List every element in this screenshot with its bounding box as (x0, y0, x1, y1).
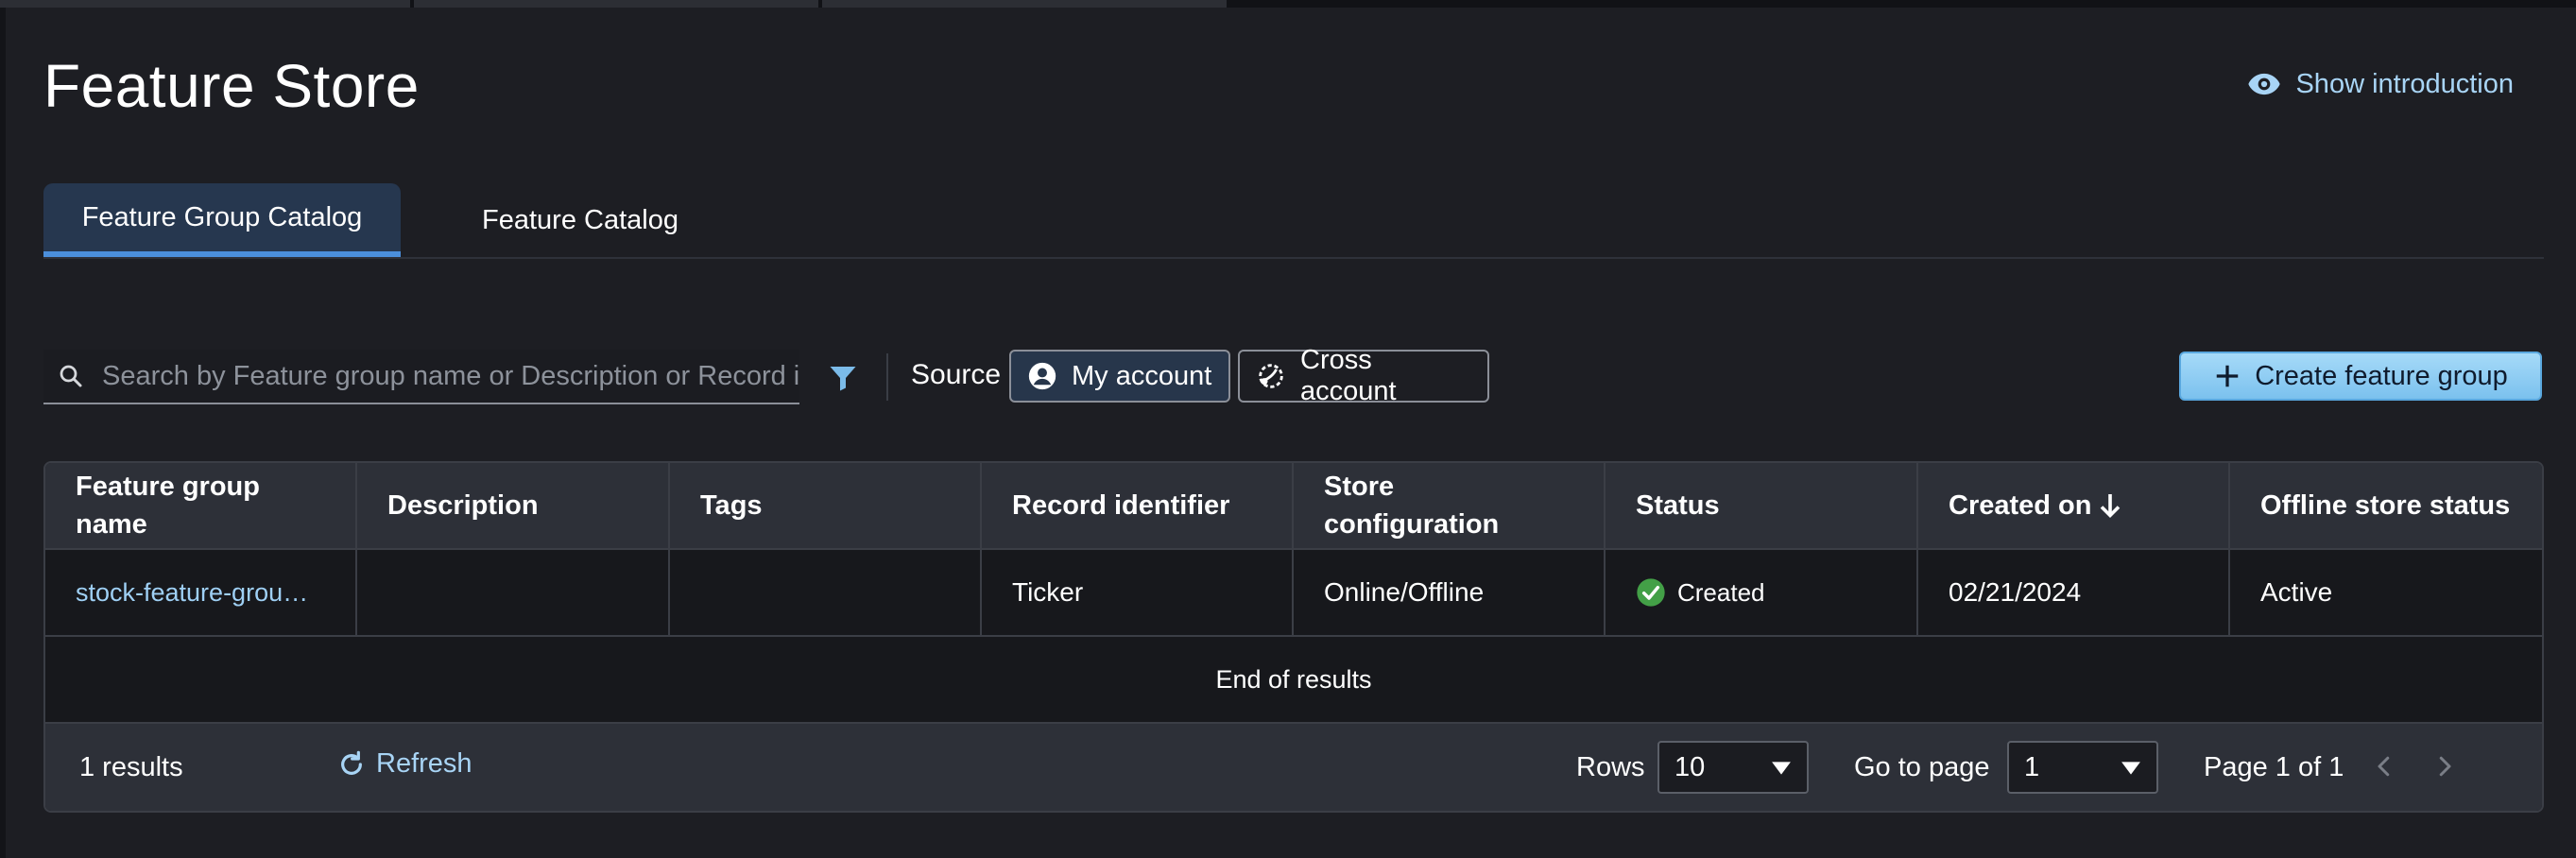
browser-tab[interactable] (414, 0, 818, 8)
show-introduction-link[interactable]: Show introduction (2246, 66, 2514, 102)
tab-bar: Feature Group Catalog Feature Catalog (43, 183, 2544, 259)
column-header-offline-store-status[interactable]: Offline store status (2230, 463, 2542, 548)
filter-icon[interactable] (826, 361, 860, 395)
browser-tab-strip (0, 0, 2576, 8)
page-title: Feature Store (43, 52, 420, 120)
cross-account-toggle[interactable]: Cross account (1238, 345, 1489, 406)
refresh-label: Refresh (376, 748, 472, 779)
cell-store-configuration: Online/Offline (1294, 550, 1606, 635)
status-badge: Created (1636, 577, 1765, 608)
rows-per-page-value: 10 (1674, 751, 1706, 782)
eye-icon (2248, 73, 2281, 95)
end-of-results: End of results (45, 637, 2542, 724)
table-footer: 1 results Refresh Rows 10 Go to page 1 P… (45, 724, 2542, 811)
column-header-record-identifier[interactable]: Record identifier (982, 463, 1294, 548)
column-header-status[interactable]: Status (1606, 463, 1918, 548)
left-edge-divider (0, 8, 6, 858)
column-header-description[interactable]: Description (357, 463, 670, 548)
table-row: stock-feature-grou… Ticker Online/Offlin… (45, 550, 2542, 637)
chevron-right-icon[interactable] (2430, 752, 2459, 781)
plus-icon (2216, 365, 2239, 387)
chevron-left-icon[interactable] (2370, 752, 2398, 781)
created-on-label: Created on (1949, 490, 2092, 521)
search-input[interactable] (102, 360, 799, 392)
cell-tags (670, 550, 982, 635)
column-header-tags[interactable]: Tags (670, 463, 982, 548)
cell-offline-store-status: Active (2260, 577, 2333, 607)
tab-feature-catalog[interactable]: Feature Catalog (401, 183, 760, 257)
sort-down-arrow-icon (2101, 494, 2121, 519)
go-to-page-label: Go to page (1854, 752, 1990, 782)
my-account-toggle[interactable]: My account (1009, 350, 1230, 403)
column-header-store-configuration[interactable]: Store configuration (1294, 463, 1606, 548)
status-label: Created (1677, 577, 1765, 607)
user-circle-icon (1028, 362, 1056, 390)
go-to-page-value: 1 (2024, 751, 2040, 782)
browser-tab[interactable] (822, 0, 1227, 8)
results-count: 1 results (79, 752, 183, 782)
go-to-page-select[interactable]: 1 (2007, 741, 2158, 794)
toolbar-divider (886, 353, 888, 401)
refresh-button[interactable]: Refresh (336, 748, 472, 780)
column-header-created-on[interactable]: Created on (1918, 463, 2230, 548)
source-label: Source (911, 359, 1002, 390)
my-account-label: My account (1072, 360, 1212, 391)
cell-created-on: 02/21/2024 (1918, 550, 2230, 635)
refresh-icon (341, 750, 362, 775)
rows-label: Rows (1576, 752, 1645, 782)
page-info: Page 1 of 1 (2204, 752, 2344, 782)
cross-account-label: Cross account (1300, 345, 1397, 406)
cell-feature-group-name: stock-feature-grou… (45, 550, 357, 635)
feature-groups-table: Feature group name Description Tags Reco… (43, 461, 2544, 813)
create-feature-group-label: Create feature group (2255, 360, 2508, 391)
search-icon (60, 365, 82, 387)
cell-description (357, 550, 670, 635)
tab-feature-group-catalog[interactable]: Feature Group Catalog (43, 183, 401, 257)
create-feature-group-button[interactable]: Create feature group (2179, 352, 2542, 401)
feature-group-link[interactable]: stock-feature-grou… (76, 578, 308, 608)
check-circle-icon (1637, 578, 1665, 607)
table-header: Feature group name Description Tags Reco… (45, 463, 2542, 550)
browser-tab[interactable] (0, 0, 410, 8)
caret-down-icon (1772, 762, 1791, 775)
rows-per-page-select[interactable]: 10 (1657, 741, 1809, 794)
cross-account-icon (1259, 364, 1283, 388)
show-introduction-label: Show introduction (2295, 68, 2514, 99)
caret-down-icon (2121, 762, 2140, 775)
cell-record-identifier: Ticker (982, 550, 1294, 635)
cell-status: Created (1606, 550, 1918, 635)
column-header-feature-group-name[interactable]: Feature group name (45, 463, 357, 548)
search-box (43, 350, 799, 404)
